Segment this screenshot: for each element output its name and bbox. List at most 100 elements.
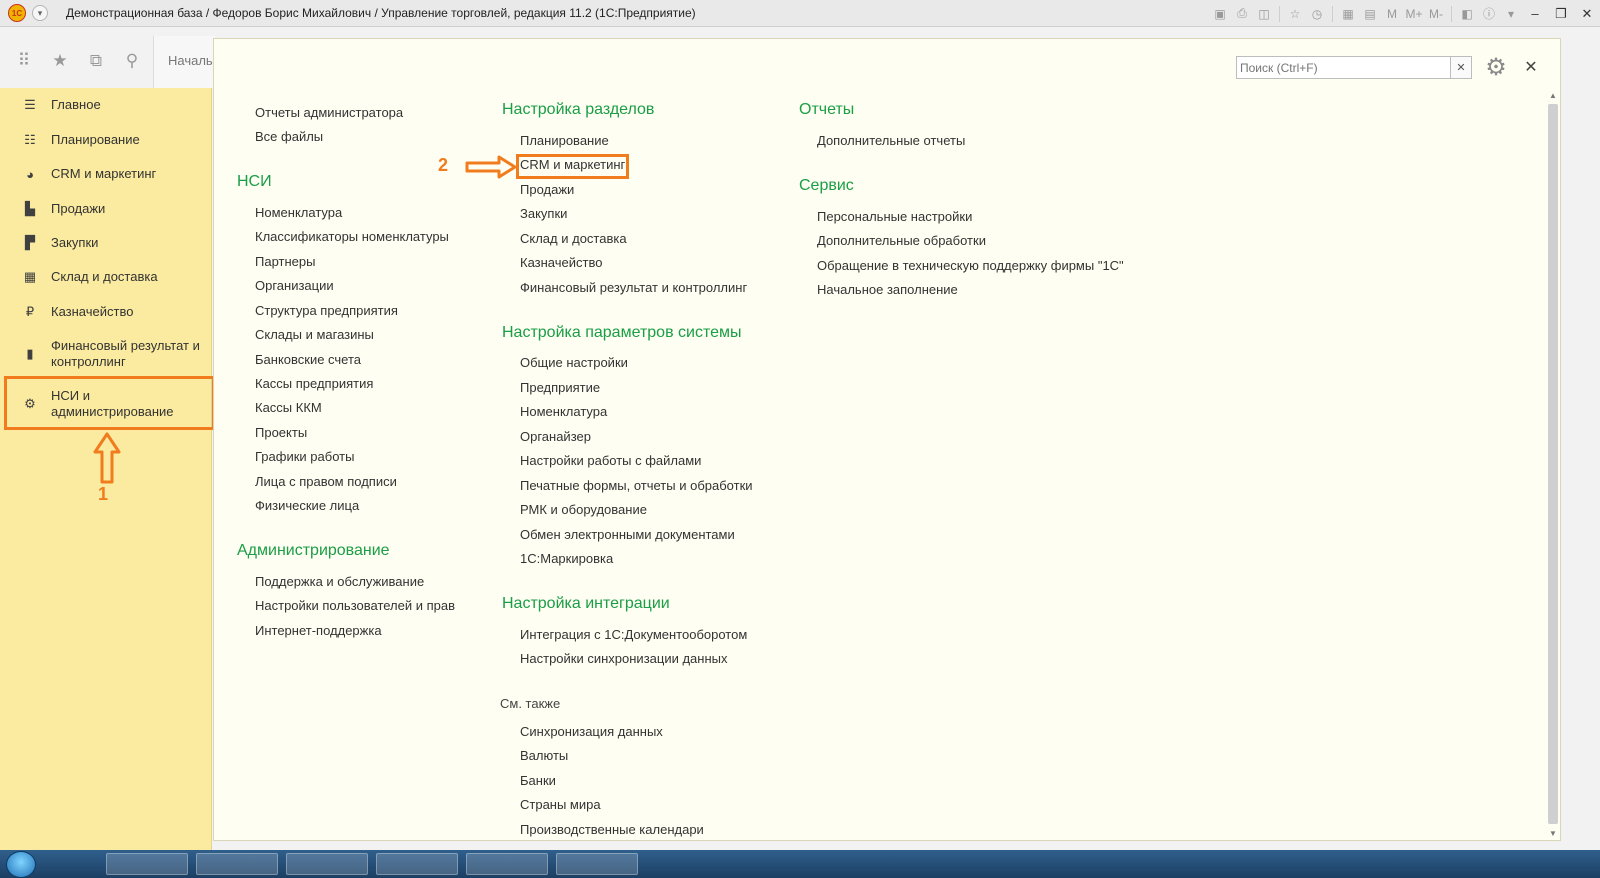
link-enterprise[interactable]: Предприятие (520, 380, 600, 395)
link-tech-support[interactable]: Обращение в техническую поддержку фирмы … (817, 258, 1124, 273)
link-signatories[interactable]: Лица с правом подписи (255, 474, 397, 489)
minimize-button[interactable]: – (1522, 4, 1548, 24)
search-input[interactable] (1236, 56, 1451, 79)
print-icon[interactable]: ⎙ (1233, 5, 1251, 23)
link-cash-desks[interactable]: Кассы предприятия (255, 376, 373, 391)
link-settings-crm[interactable]: CRM и маркетинг (520, 157, 625, 172)
info-icon[interactable]: ⓘ (1480, 5, 1498, 23)
link-enterprise-structure[interactable]: Структура предприятия (255, 303, 398, 318)
see-also-title: См. также (500, 696, 561, 711)
link-rmk-equipment[interactable]: РМК и оборудование (520, 502, 647, 517)
link-settings-finance[interactable]: Финансовый результат и контроллинг (520, 280, 747, 295)
link-settings-purchases[interactable]: Закупки (520, 206, 567, 221)
link-settings-warehouse[interactable]: Склад и доставка (520, 231, 627, 246)
link-partners[interactable]: Партнеры (255, 254, 315, 269)
link-support-maintenance[interactable]: Поддержка и обслуживание (255, 574, 424, 589)
scroll-thumb[interactable] (1548, 104, 1558, 824)
history-icon[interactable]: ⧉ (85, 50, 107, 72)
link-initial-fill[interactable]: Начальное заполнение (817, 282, 958, 297)
link-organizer[interactable]: Органайзер (520, 429, 591, 444)
link-admin-reports[interactable]: Отчеты администратора (255, 105, 403, 120)
link-file-settings[interactable]: Настройки работы с файлами (520, 453, 701, 468)
link-additional-processing[interactable]: Дополнительные обработки (817, 233, 986, 248)
taskbar-button[interactable] (196, 853, 278, 875)
vertical-scrollbar[interactable]: ▲ ▼ (1547, 88, 1559, 840)
history-icon[interactable]: ◷ (1308, 5, 1326, 23)
link-settings-treasury[interactable]: Казначейство (520, 255, 602, 270)
memory-minus-icon[interactable]: M- (1427, 5, 1445, 23)
sidebar-item-nsi-admin[interactable]: ⚙ НСИ и администрирование (0, 388, 212, 420)
sidebar-item-sales[interactable]: ▙ Продажи (0, 200, 212, 218)
section-title-sections-settings: Настройка разделов (502, 101, 655, 118)
link-additional-reports[interactable]: Дополнительные отчеты (817, 133, 965, 148)
link-countries[interactable]: Страны мира (520, 797, 601, 812)
content-panel: ✕ ⚙ ✕ Отчеты администратора Все файлы НС… (213, 38, 1561, 841)
calculator-icon[interactable]: ▤ (1361, 5, 1379, 23)
link-currencies[interactable]: Валюты (520, 748, 568, 763)
start-button-icon[interactable] (6, 851, 36, 878)
clear-search-button[interactable]: ✕ (1451, 56, 1472, 79)
link-projects[interactable]: Проекты (255, 425, 307, 440)
link-settings-sales[interactable]: Продажи (520, 182, 574, 197)
taskbar-button[interactable] (556, 853, 638, 875)
favorite-icon[interactable]: ☆ (1286, 5, 1304, 23)
link-docflow-integration[interactable]: Интеграция с 1С:Документооборотом (520, 627, 747, 642)
memory-plus-icon[interactable]: M+ (1405, 5, 1423, 23)
scroll-down-icon[interactable]: ▼ (1547, 826, 1559, 840)
link-data-sync[interactable]: Синхронизация данных (520, 724, 663, 739)
sidebar-item-planning[interactable]: ☷ Планирование (0, 131, 212, 149)
preview-icon[interactable]: ◫ (1255, 5, 1273, 23)
restore-button[interactable]: ❐ (1548, 4, 1574, 24)
link-bank-accounts[interactable]: Банковские счета (255, 352, 361, 367)
panels-icon[interactable]: ◧ (1458, 5, 1476, 23)
sidebar-item-treasury[interactable]: ₽ Казначейство (0, 303, 212, 321)
link-organizations[interactable]: Организации (255, 278, 334, 293)
search-icon[interactable]: ⚲ (121, 50, 143, 72)
main-menu-button[interactable]: ▾ (32, 5, 48, 21)
link-settings-planning[interactable]: Планирование (520, 133, 609, 148)
annotation-step-1: 1 (98, 484, 109, 504)
sidebar-item-main[interactable]: ☰ Главное (0, 96, 212, 114)
link-sync-settings[interactable]: Настройки синхронизации данных (520, 651, 728, 666)
link-nomenclature-settings[interactable]: Номенклатура (520, 404, 607, 419)
link-users-rights-settings[interactable]: Настройки пользователей и прав (255, 598, 455, 613)
app-logo-icon[interactable]: 1С (8, 4, 26, 22)
link-all-files[interactable]: Все файлы (255, 129, 323, 144)
link-production-calendars[interactable]: Производственные календари (520, 822, 704, 837)
taskbar-button[interactable] (286, 853, 368, 875)
title-bar: 1С ▾ Демонстрационная база / Федоров Бор… (0, 0, 1600, 27)
calendar-icon[interactable]: ▦ (1339, 5, 1357, 23)
link-print-forms[interactable]: Печатные формы, отчеты и обработки (520, 478, 753, 493)
taskbar-button[interactable] (376, 853, 458, 875)
taskbar-button[interactable] (466, 853, 548, 875)
memory-icon[interactable]: M (1383, 5, 1401, 23)
close-window-button[interactable]: ✕ (1574, 4, 1600, 24)
sidebar-item-purchases[interactable]: ▛ Закупки (0, 234, 212, 252)
link-warehouses-stores[interactable]: Склады и магазины (255, 327, 374, 342)
sidebar-item-crm[interactable]: ◕ CRM и маркетинг (0, 165, 212, 183)
link-kkm-cash[interactable]: Кассы ККМ (255, 400, 322, 415)
tab-home[interactable]: Начальная страница (153, 36, 215, 88)
link-marking[interactable]: 1С:Маркировка (520, 551, 613, 566)
link-individuals[interactable]: Физические лица (255, 498, 359, 513)
sidebar-item-finance[interactable]: ▮ Финансовый результат и контроллинг (0, 338, 212, 370)
separator (1451, 5, 1452, 22)
link-internet-support[interactable]: Интернет-поддержка (255, 623, 382, 638)
link-banks[interactable]: Банки (520, 773, 556, 788)
star-icon[interactable]: ★ (49, 50, 71, 72)
apps-grid-icon[interactable]: ⠿ (13, 50, 35, 72)
link-edi-exchange[interactable]: Обмен электронными документами (520, 527, 735, 542)
settings-gear-icon[interactable]: ⚙ (1482, 54, 1510, 81)
taskbar-button[interactable] (106, 853, 188, 875)
link-nomenclature[interactable]: Номенклатура (255, 205, 342, 220)
link-nomenclature-classifiers[interactable]: Классификаторы номенклатуры (255, 229, 449, 244)
link-personal-settings[interactable]: Персональные настройки (817, 209, 972, 224)
scroll-up-icon[interactable]: ▲ (1547, 88, 1559, 102)
save-icon[interactable]: ▣ (1211, 5, 1229, 23)
close-panel-button[interactable]: ✕ (1520, 56, 1542, 78)
dropdown-icon[interactable]: ▾ (1502, 5, 1520, 23)
separator (1279, 5, 1280, 22)
sidebar-item-warehouse[interactable]: ▦ Склад и доставка (0, 268, 212, 286)
link-general-settings[interactable]: Общие настройки (520, 355, 628, 370)
link-work-schedules[interactable]: Графики работы (255, 449, 354, 464)
